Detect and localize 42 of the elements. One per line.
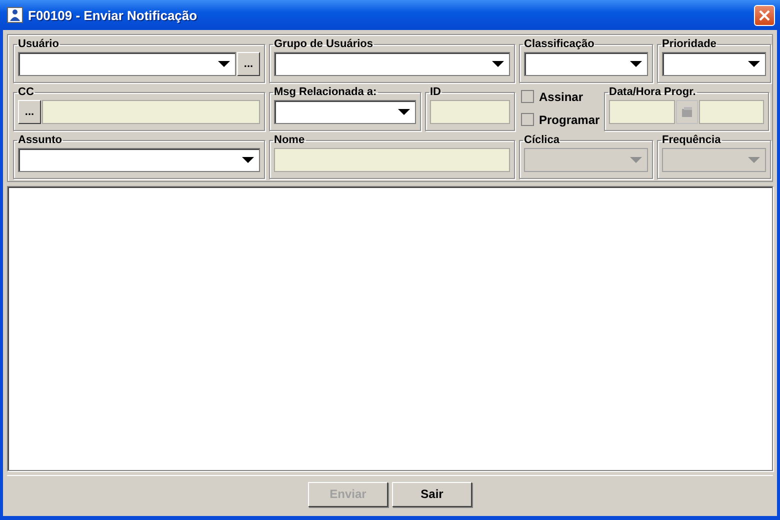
group-label: Data/Hora Progr. — [608, 85, 697, 99]
app-icon — [7, 7, 23, 23]
group-label: Cíclica — [523, 133, 560, 147]
dropdown-field[interactable] — [18, 52, 236, 76]
dropdown-field[interactable] — [662, 52, 766, 76]
caret-icon — [398, 109, 410, 115]
dropdown-field[interactable] — [274, 100, 416, 124]
caret-icon — [242, 157, 254, 163]
browse-button[interactable]: ... — [18, 100, 41, 124]
caret-icon — [630, 61, 642, 67]
checkbox[interactable]: Programar — [521, 112, 600, 126]
group-label: CC — [17, 85, 35, 99]
caret-icon — [218, 61, 230, 67]
group-label: Classificação — [523, 37, 596, 51]
caret-icon — [492, 61, 504, 67]
close-button[interactable] — [754, 4, 775, 26]
caret-icon — [748, 157, 760, 163]
dropdown-field[interactable] — [524, 52, 648, 76]
group-label: Msg Relacionada a: — [273, 85, 378, 99]
browse-button[interactable]: ... — [237, 52, 260, 76]
input-field[interactable] — [430, 100, 510, 124]
group-label: Grupo de Usuários — [273, 37, 374, 51]
group-label: Frequência — [661, 133, 722, 147]
group-label: Prioridade — [661, 37, 718, 51]
group-label: Usuário — [17, 37, 60, 51]
time-field[interactable] — [698, 100, 764, 124]
dropdown-field[interactable] — [18, 148, 260, 172]
checkbox[interactable]: Assinar — [521, 90, 600, 104]
group-label: ID — [429, 85, 442, 99]
caret-icon — [748, 61, 760, 67]
input-field[interactable] — [42, 100, 260, 124]
dropdown-field[interactable] — [274, 52, 510, 76]
calendar-icon — [680, 106, 692, 118]
close-icon — [758, 8, 771, 22]
input-field[interactable] — [274, 148, 510, 172]
group-label: Assunto — [17, 133, 63, 147]
window-title: F00109 - Enviar Notificação — [28, 8, 198, 22]
group-label: Nome — [273, 133, 306, 147]
caret-icon — [630, 157, 642, 163]
date-field[interactable] — [609, 100, 674, 124]
action-button[interactable]: Sair — [392, 482, 472, 506]
calendar-button[interactable] — [676, 100, 698, 124]
